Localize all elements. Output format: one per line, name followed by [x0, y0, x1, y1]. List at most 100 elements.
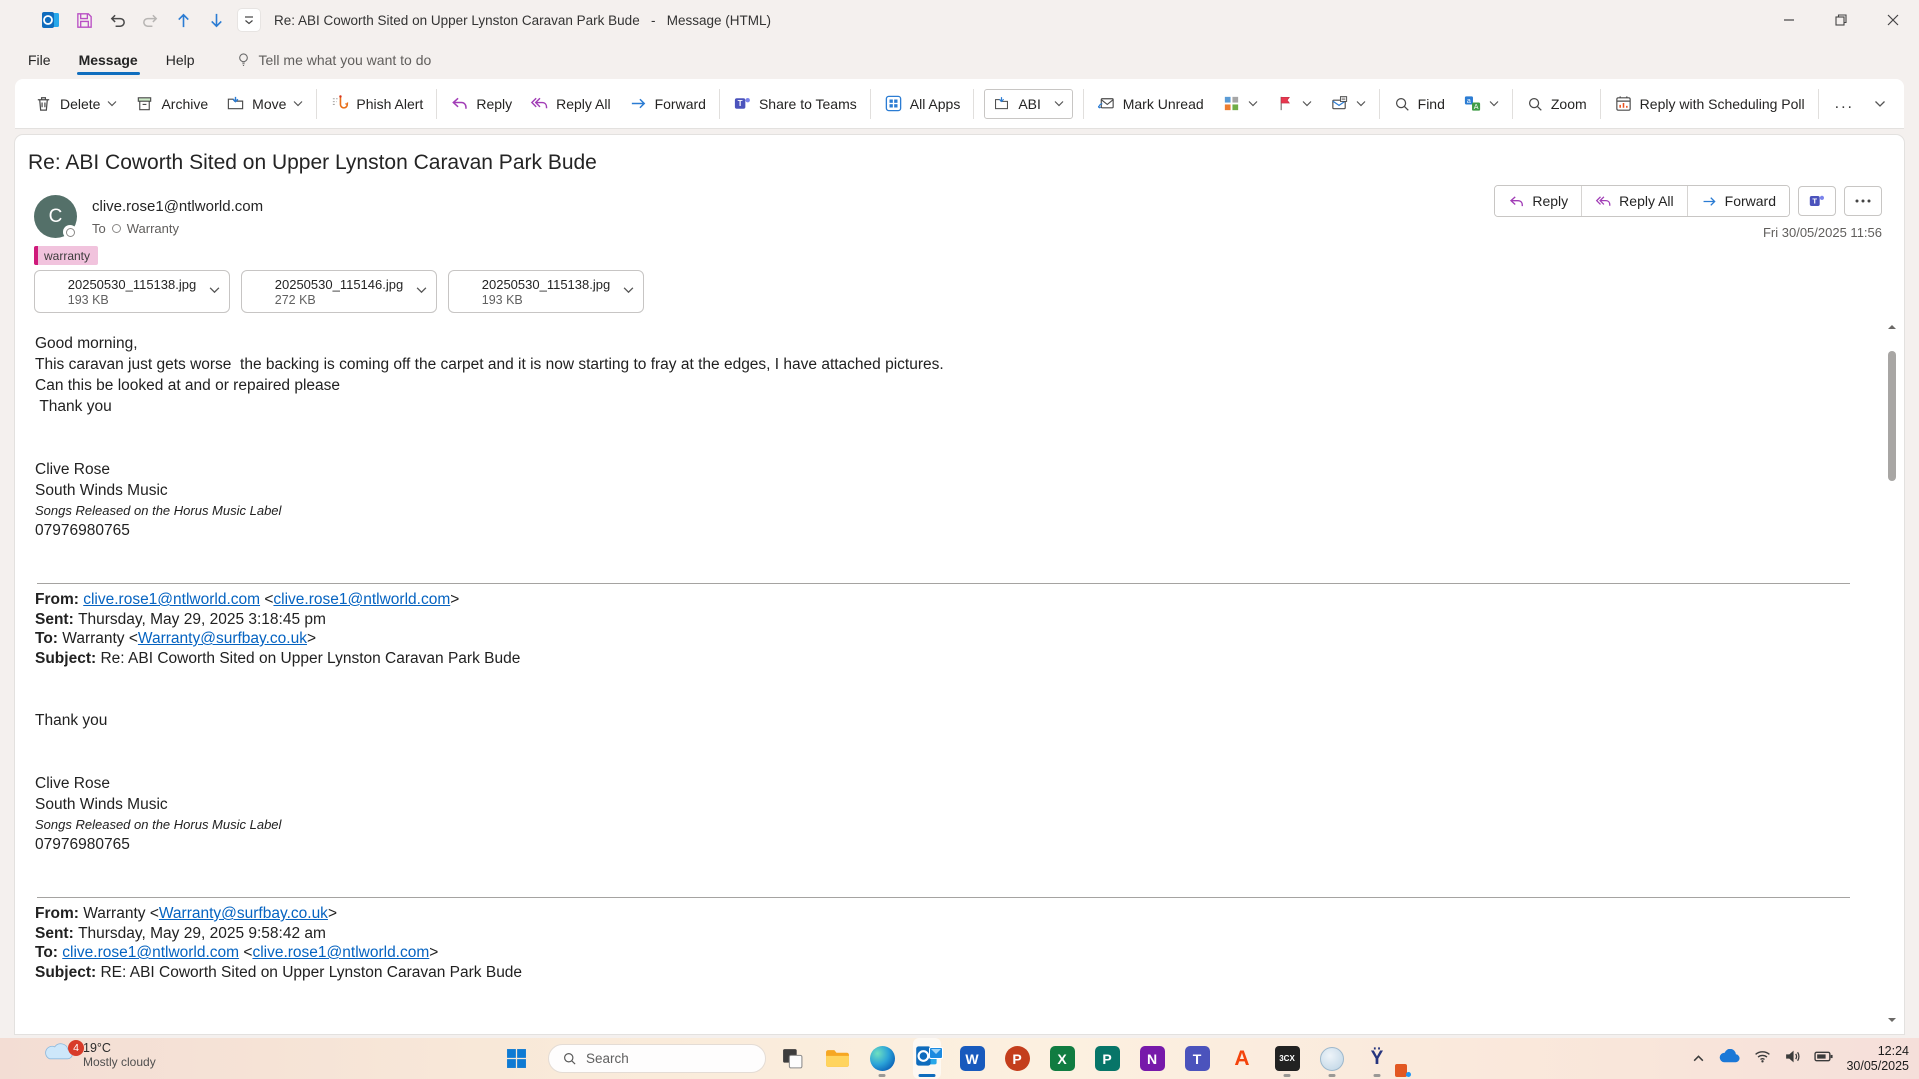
collapse-ribbon-button[interactable]: [1866, 95, 1894, 113]
excel-button[interactable]: X: [1048, 1038, 1076, 1079]
reply-button-group: Reply Reply All Forward: [1494, 185, 1790, 217]
category-tag[interactable]: warranty: [34, 246, 99, 265]
more-actions-button[interactable]: [1844, 186, 1882, 216]
share-to-teams-button[interactable]: T: [1798, 186, 1836, 216]
save-button[interactable]: [73, 9, 95, 31]
onedrive-tray-button[interactable]: [1718, 1048, 1741, 1069]
chevron-down-icon: [1248, 101, 1258, 107]
undo-button[interactable]: [106, 9, 128, 31]
tab-message[interactable]: Message: [65, 43, 152, 77]
mark-unread-icon: [1097, 98, 1114, 109]
forward-button[interactable]: Forward: [620, 84, 715, 124]
reply-button[interactable]: Reply: [441, 84, 521, 124]
battery-tray-button[interactable]: [1814, 1050, 1834, 1068]
translate-button[interactable]: aA: [1454, 84, 1508, 124]
teams-button[interactable]: T: [1183, 1038, 1211, 1079]
file-explorer-button[interactable]: [823, 1038, 851, 1079]
more-commands-button[interactable]: ...: [1823, 84, 1866, 124]
outlook-button[interactable]: [913, 1038, 943, 1079]
zoom-button[interactable]: Zoom: [1517, 84, 1596, 124]
scrollbar-thumb[interactable]: [1888, 351, 1896, 481]
knowbe4-button[interactable]: Ÿ: [1363, 1038, 1391, 1079]
weather-widget[interactable]: 4 19°C Mostly cloudy: [44, 1040, 156, 1069]
trash-icon: [37, 97, 50, 111]
overflow-app-icon: [1395, 1064, 1411, 1077]
attachment-card[interactable]: 20250530_115138.jpg 193 KB: [34, 270, 230, 313]
chevron-down-icon[interactable]: [209, 286, 220, 294]
chevron-down-icon: [1302, 101, 1312, 107]
attachment-card[interactable]: 20250530_115146.jpg 272 KB: [241, 270, 437, 313]
scrollbar[interactable]: [1885, 321, 1899, 1026]
taskbar-clock[interactable]: 12:24 30/05/2025: [1846, 1044, 1909, 1074]
zoom-label: Zoom: [1550, 95, 1587, 112]
sender-address[interactable]: clive.rose1@ntlworld.com: [92, 198, 263, 215]
customize-qat-button[interactable]: [238, 9, 260, 31]
scheduling-poll-button[interactable]: Reply with Scheduling Poll: [1605, 84, 1814, 124]
ribbon-divider: [1511, 88, 1513, 119]
reply-all-button[interactable]: Reply All: [521, 84, 619, 124]
share-to-teams-button[interactable]: T Share to Teams: [724, 84, 866, 124]
reply-icon: [1510, 195, 1524, 206]
tray-expand-button[interactable]: [1692, 1050, 1705, 1068]
follow-up-button[interactable]: [1267, 84, 1321, 124]
recipient-name[interactable]: Warranty: [127, 221, 179, 236]
redo-button[interactable]: [139, 9, 161, 31]
forward-icon: [1703, 196, 1716, 206]
restore-button[interactable]: [1815, 0, 1867, 40]
move-button[interactable]: Move: [217, 84, 312, 124]
phish-alert-button[interactable]: Phish Alert: [321, 84, 432, 124]
reply-all-button[interactable]: Reply All: [1581, 186, 1687, 216]
start-button[interactable]: [506, 1048, 527, 1074]
chevron-down-icon[interactable]: [416, 286, 427, 294]
tab-file[interactable]: File: [14, 43, 65, 77]
powerpoint-button[interactable]: P: [1003, 1038, 1031, 1079]
edge-button[interactable]: [868, 1038, 896, 1079]
body-line: South Winds Music: [23, 480, 1864, 501]
task-view-button[interactable]: [778, 1038, 806, 1079]
attachment-card[interactable]: 20250530_115138.jpg 193 KB: [448, 270, 644, 313]
all-apps-button[interactable]: All Apps: [875, 84, 970, 124]
threecx-button[interactable]: 3CX: [1273, 1038, 1301, 1079]
close-button[interactable]: [1867, 0, 1919, 40]
onenote-button[interactable]: N: [1138, 1038, 1166, 1079]
next-item-button[interactable]: [205, 9, 227, 31]
email-link[interactable]: clive.rose1@ntlworld.com: [273, 591, 450, 608]
to-label: To: [92, 221, 106, 236]
tell-me-box[interactable]: Tell me what you want to do: [235, 51, 431, 68]
chevron-down-icon: [1054, 101, 1064, 107]
round-app-button[interactable]: [1318, 1038, 1346, 1079]
reply-all-label: Reply All: [1619, 193, 1674, 209]
previous-item-button[interactable]: [172, 9, 194, 31]
rules-button[interactable]: [1321, 84, 1375, 124]
body-line: Good morning,: [23, 333, 1864, 354]
email-link[interactable]: clive.rose1@ntlworld.com: [62, 944, 239, 961]
body-text: From:: [35, 905, 84, 922]
volume-tray-button[interactable]: [1784, 1049, 1801, 1069]
categorize-button[interactable]: [1213, 84, 1267, 124]
taskbar-search[interactable]: Search: [548, 1044, 766, 1073]
archive-button[interactable]: Archive: [126, 84, 217, 124]
quick-step-icon: [995, 97, 1009, 110]
email-link[interactable]: clive.rose1@ntlworld.com: [252, 944, 429, 961]
email-link[interactable]: Warranty@surfbay.co.uk: [138, 630, 307, 647]
word-button[interactable]: W: [958, 1038, 986, 1079]
scroll-down-arrow[interactable]: [1886, 1014, 1898, 1026]
publisher-button[interactable]: P: [1093, 1038, 1121, 1079]
chevron-down-icon[interactable]: [623, 286, 634, 294]
reply-button[interactable]: Reply: [1495, 186, 1582, 216]
scroll-up-arrow[interactable]: [1886, 321, 1898, 333]
email-link[interactable]: clive.rose1@ntlworld.com: [83, 591, 260, 608]
body-text: 07976980765: [35, 836, 130, 853]
email-link[interactable]: Warranty@surfbay.co.uk: [159, 905, 328, 922]
body-text: Songs Released on the Horus Music Label: [35, 817, 282, 832]
minimize-button[interactable]: [1763, 0, 1815, 40]
wifi-tray-button[interactable]: [1754, 1049, 1771, 1068]
taskbar-apps: W P X P N T A 3CX Ÿ: [778, 1038, 1391, 1079]
mark-unread-button[interactable]: Mark Unread: [1088, 84, 1213, 124]
quick-step-dropdown[interactable]: ABI: [984, 88, 1073, 119]
delete-button[interactable]: Delete: [25, 84, 126, 124]
adobe-button[interactable]: A: [1228, 1038, 1256, 1079]
tab-help[interactable]: Help: [152, 43, 209, 77]
forward-button[interactable]: Forward: [1686, 186, 1789, 216]
find-button[interactable]: Find: [1384, 84, 1454, 124]
